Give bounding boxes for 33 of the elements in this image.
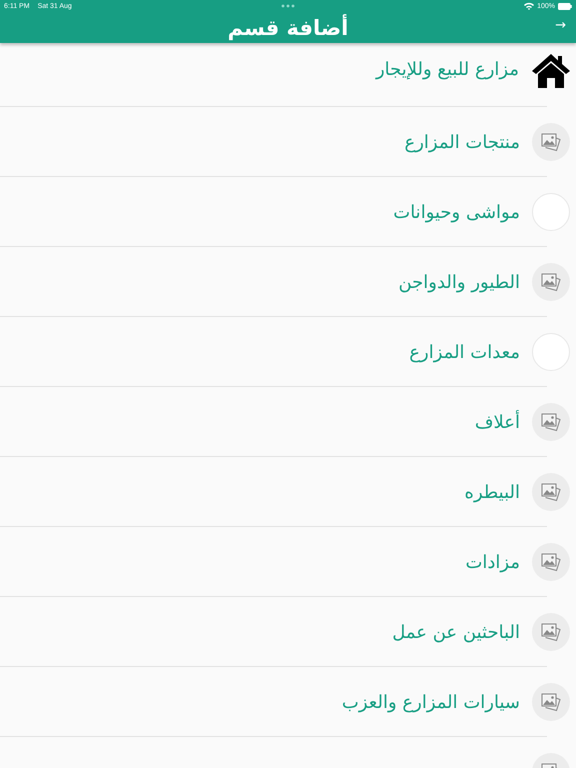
category-label: منتجات المزارع xyxy=(404,132,520,152)
home-icon xyxy=(531,53,571,89)
image-placeholder-icon xyxy=(532,123,570,161)
category-label: مزارع للبيع وللإيجار xyxy=(376,59,519,80)
battery-icon xyxy=(558,2,572,10)
back-button[interactable]: → xyxy=(553,18,568,33)
category-item[interactable]: الطيور والدواجن xyxy=(0,247,576,317)
page-title: أضافة قسم xyxy=(228,16,348,40)
category-label: سيارات المزارع والعزب xyxy=(342,692,520,712)
category-item[interactable]: مزادات xyxy=(0,527,576,597)
image-placeholder-icon xyxy=(532,473,570,511)
category-label: مزادات xyxy=(465,552,520,572)
category-label: البيطره xyxy=(464,482,520,502)
wifi-icon xyxy=(524,2,534,10)
category-item[interactable]: البيطره xyxy=(0,457,576,527)
category-label: أعلاف xyxy=(474,412,520,432)
dots-icon xyxy=(281,4,295,8)
category-label: الطيور والدواجن xyxy=(398,272,520,292)
image-placeholder-icon xyxy=(532,403,570,441)
category-label: الباحثين عن عمل xyxy=(392,622,520,642)
category-item[interactable]: سيارات المزارع والعزب xyxy=(0,667,576,737)
category-item[interactable]: مزارع للبيع وللإيجار xyxy=(0,43,576,107)
image-placeholder-icon xyxy=(532,683,570,721)
category-item[interactable]: أعلاف xyxy=(0,387,576,457)
category-item[interactable]: منتجات المزارع xyxy=(0,107,576,177)
image-placeholder-icon xyxy=(532,613,570,651)
category-item[interactable]: مواشى وحيوانات xyxy=(0,177,576,247)
image-placeholder-icon xyxy=(532,543,570,581)
category-item[interactable]: معدات المزارع xyxy=(0,317,576,387)
image-placeholder-icon xyxy=(532,263,570,301)
category-label: مواشى وحيوانات xyxy=(393,202,520,222)
category-label: معدات المزارع xyxy=(409,342,520,362)
category-item[interactable]: الباحثين عن عمل xyxy=(0,597,576,667)
